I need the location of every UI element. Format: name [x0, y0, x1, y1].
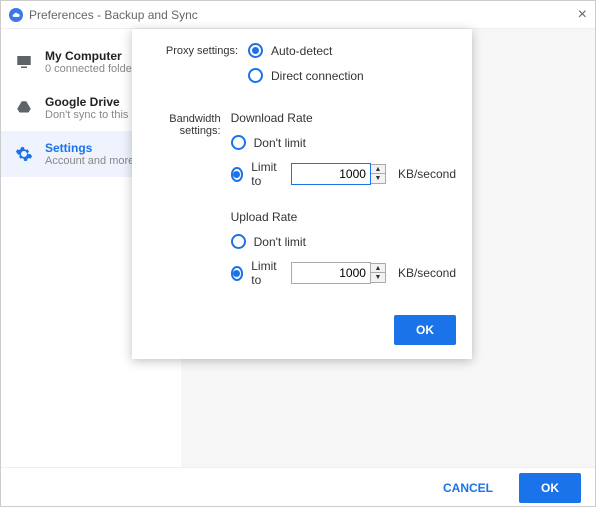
dialog-ok-button[interactable]: OK [394, 315, 456, 345]
monitor-icon [15, 53, 33, 71]
proxy-settings-label: Proxy settings: [148, 43, 248, 57]
proxy-direct-radio[interactable]: Direct connection [248, 68, 456, 83]
radio-icon [231, 234, 246, 249]
radio-label: Auto-detect [271, 44, 332, 58]
footer: CANCEL OK [1, 467, 595, 507]
upload-rate-heading: Upload Rate [231, 210, 456, 224]
radio-label: Direct connection [271, 69, 364, 83]
radio-icon [231, 135, 246, 150]
cancel-button[interactable]: CANCEL [429, 473, 507, 503]
radio-label: Limit to [251, 259, 281, 287]
radio-label: Don't limit [254, 235, 306, 249]
radio-icon [231, 167, 244, 182]
sidebar-item-sub: Account and more [45, 155, 134, 167]
drive-icon [15, 99, 33, 117]
sidebar-item-label: Settings [45, 141, 134, 155]
upload-limit-spinner[interactable]: ▲ ▼ [371, 263, 386, 283]
upload-dont-limit-radio[interactable]: Don't limit [231, 234, 456, 249]
app-cloud-icon [9, 8, 23, 22]
sidebar-item-label: My Computer [45, 49, 141, 63]
titlebar: Preferences - Backup and Sync × [1, 1, 595, 29]
download-limit-spinner[interactable]: ▲ ▼ [371, 164, 386, 184]
sidebar-item-sub: 0 connected folders [45, 63, 141, 75]
upload-limit-radio[interactable]: Limit to ▲ ▼ KB/second [231, 259, 456, 287]
upload-unit-label: KB/second [398, 266, 456, 280]
gear-icon [15, 145, 33, 163]
download-rate-heading: Download Rate [231, 111, 456, 125]
radio-label: Don't limit [254, 136, 306, 150]
download-limit-input[interactable] [291, 163, 371, 185]
spinner-up-icon[interactable]: ▲ [371, 264, 385, 273]
close-icon[interactable]: × [578, 6, 587, 24]
proxy-auto-detect-radio[interactable]: Auto-detect [248, 43, 456, 58]
radio-icon [248, 43, 263, 58]
spinner-up-icon[interactable]: ▲ [371, 165, 385, 174]
window-title: Preferences - Backup and Sync [29, 8, 198, 22]
spinner-down-icon[interactable]: ▼ [371, 273, 385, 282]
spinner-down-icon[interactable]: ▼ [371, 174, 385, 183]
download-unit-label: KB/second [398, 167, 456, 181]
upload-limit-input[interactable] [291, 262, 371, 284]
radio-label: Limit to [251, 160, 281, 188]
radio-icon [248, 68, 263, 83]
ok-button[interactable]: OK [519, 473, 581, 503]
download-limit-radio[interactable]: Limit to ▲ ▼ KB/second [231, 160, 456, 188]
download-dont-limit-radio[interactable]: Don't limit [231, 135, 456, 150]
bandwidth-settings-label: Bandwidth settings: [148, 111, 231, 137]
radio-icon [231, 266, 244, 281]
network-settings-dialog: Proxy settings: Auto-detect Direct conne… [132, 29, 472, 359]
